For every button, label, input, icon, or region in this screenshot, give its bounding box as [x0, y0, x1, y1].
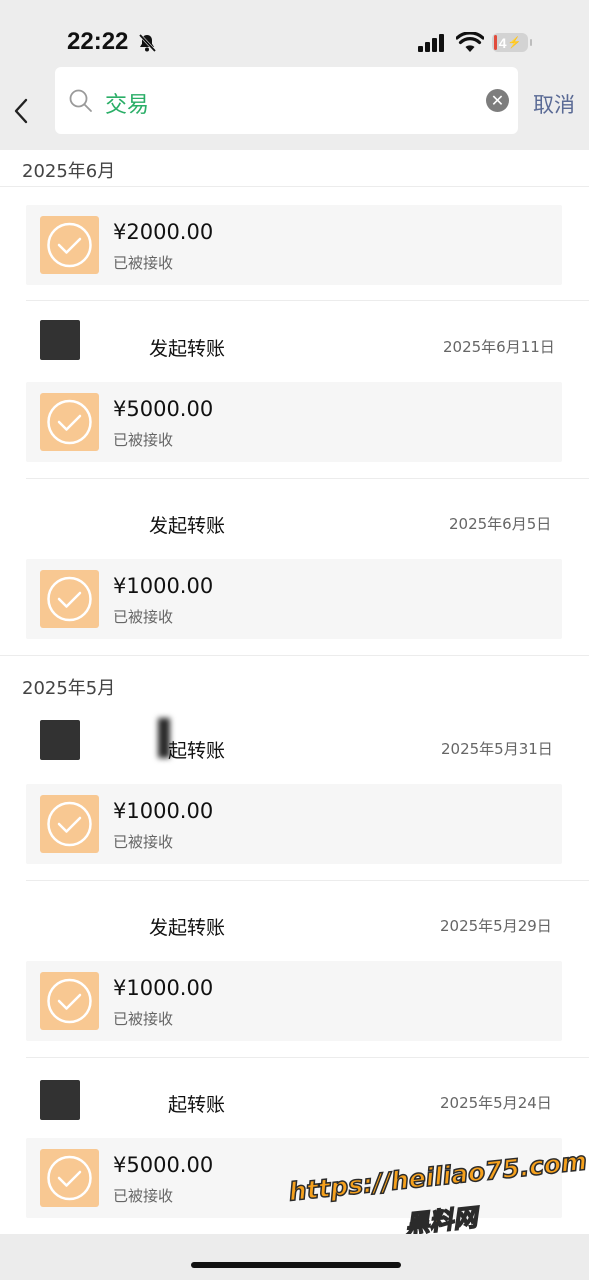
transfer-card[interactable]: ¥5000.00 已被接收	[26, 382, 562, 462]
divider	[0, 655, 589, 656]
transfer-amount: ¥1000.00	[113, 799, 214, 823]
transfer-date: 2025年5月24日	[440, 1094, 552, 1112]
charging-bolt-icon: ⚡	[507, 37, 522, 49]
transfer-initiated-label: 发起转账	[149, 917, 226, 939]
bell-slash-icon	[138, 33, 157, 53]
divider	[26, 880, 589, 881]
battery-percent: 4	[498, 34, 507, 51]
close-circle-icon[interactable]: ✕	[486, 89, 509, 112]
transfer-date: 2025年5月31日	[441, 740, 553, 758]
transfer-amount: ¥1000.00	[113, 574, 214, 598]
search-query[interactable]: 交易	[105, 87, 149, 119]
check-circle-icon	[40, 393, 99, 451]
divider	[0, 186, 589, 187]
status-bar: 22:22 4 ⚡	[0, 0, 589, 64]
check-circle-icon	[40, 795, 99, 853]
avatar	[40, 320, 80, 360]
check-circle-icon	[40, 1149, 99, 1207]
signal-icon	[418, 34, 444, 52]
transfer-amount: ¥5000.00	[113, 1153, 214, 1177]
transfer-card[interactable]: ¥2000.00 已被接收	[26, 205, 562, 285]
bottom-safe-area	[0, 1234, 589, 1280]
wifi-icon	[456, 32, 484, 52]
transfer-amount: ¥1000.00	[113, 976, 214, 1000]
search-input[interactable]: 交易 ✕	[55, 67, 518, 134]
status-time: 22:22	[67, 28, 129, 55]
transfer-status: 已被接收	[113, 431, 174, 449]
month-header: 2025年5月	[22, 678, 116, 699]
cancel-button[interactable]: 取消	[533, 89, 575, 119]
transfer-status: 已被接收	[113, 833, 174, 851]
divider	[26, 478, 589, 479]
transfer-status: 已被接收	[113, 608, 174, 626]
magnifier-icon	[69, 89, 92, 112]
chevron-left-icon[interactable]	[12, 97, 32, 125]
transfer-status: 已被接收	[113, 254, 174, 272]
avatar	[40, 1080, 80, 1120]
transfer-amount: ¥2000.00	[113, 220, 214, 244]
transfer-status: 已被接收	[113, 1010, 174, 1028]
transfer-date: 2025年5月29日	[440, 917, 552, 935]
check-circle-icon	[40, 216, 99, 274]
divider	[26, 1057, 589, 1058]
check-circle-icon	[40, 972, 99, 1030]
transfer-date: 2025年6月11日	[443, 338, 555, 356]
transfer-status: 已被接收	[113, 1187, 174, 1205]
divider	[26, 300, 589, 301]
home-indicator[interactable]	[191, 1262, 401, 1268]
battery-level-bar	[494, 35, 497, 50]
transfer-card[interactable]: ¥1000.00 已被接收	[26, 559, 562, 639]
transfer-card[interactable]: ¥1000.00 已被接收	[26, 961, 562, 1041]
avatar	[40, 720, 80, 760]
transfer-initiated-label: 起转账	[168, 1094, 226, 1116]
battery-indicator: 4 ⚡	[492, 33, 532, 52]
transfer-date: 2025年6月5日	[449, 515, 552, 533]
transfer-initiated-label: 发起转账	[149, 515, 226, 537]
transfer-amount: ¥5000.00	[113, 397, 214, 421]
transfer-initiated-label: 发起转账	[149, 338, 226, 360]
check-circle-icon	[40, 570, 99, 628]
month-header: 2025年6月	[22, 161, 116, 182]
transfer-card[interactable]: ¥1000.00 已被接收	[26, 784, 562, 864]
transfer-initiated-label: 起转账	[168, 740, 226, 762]
